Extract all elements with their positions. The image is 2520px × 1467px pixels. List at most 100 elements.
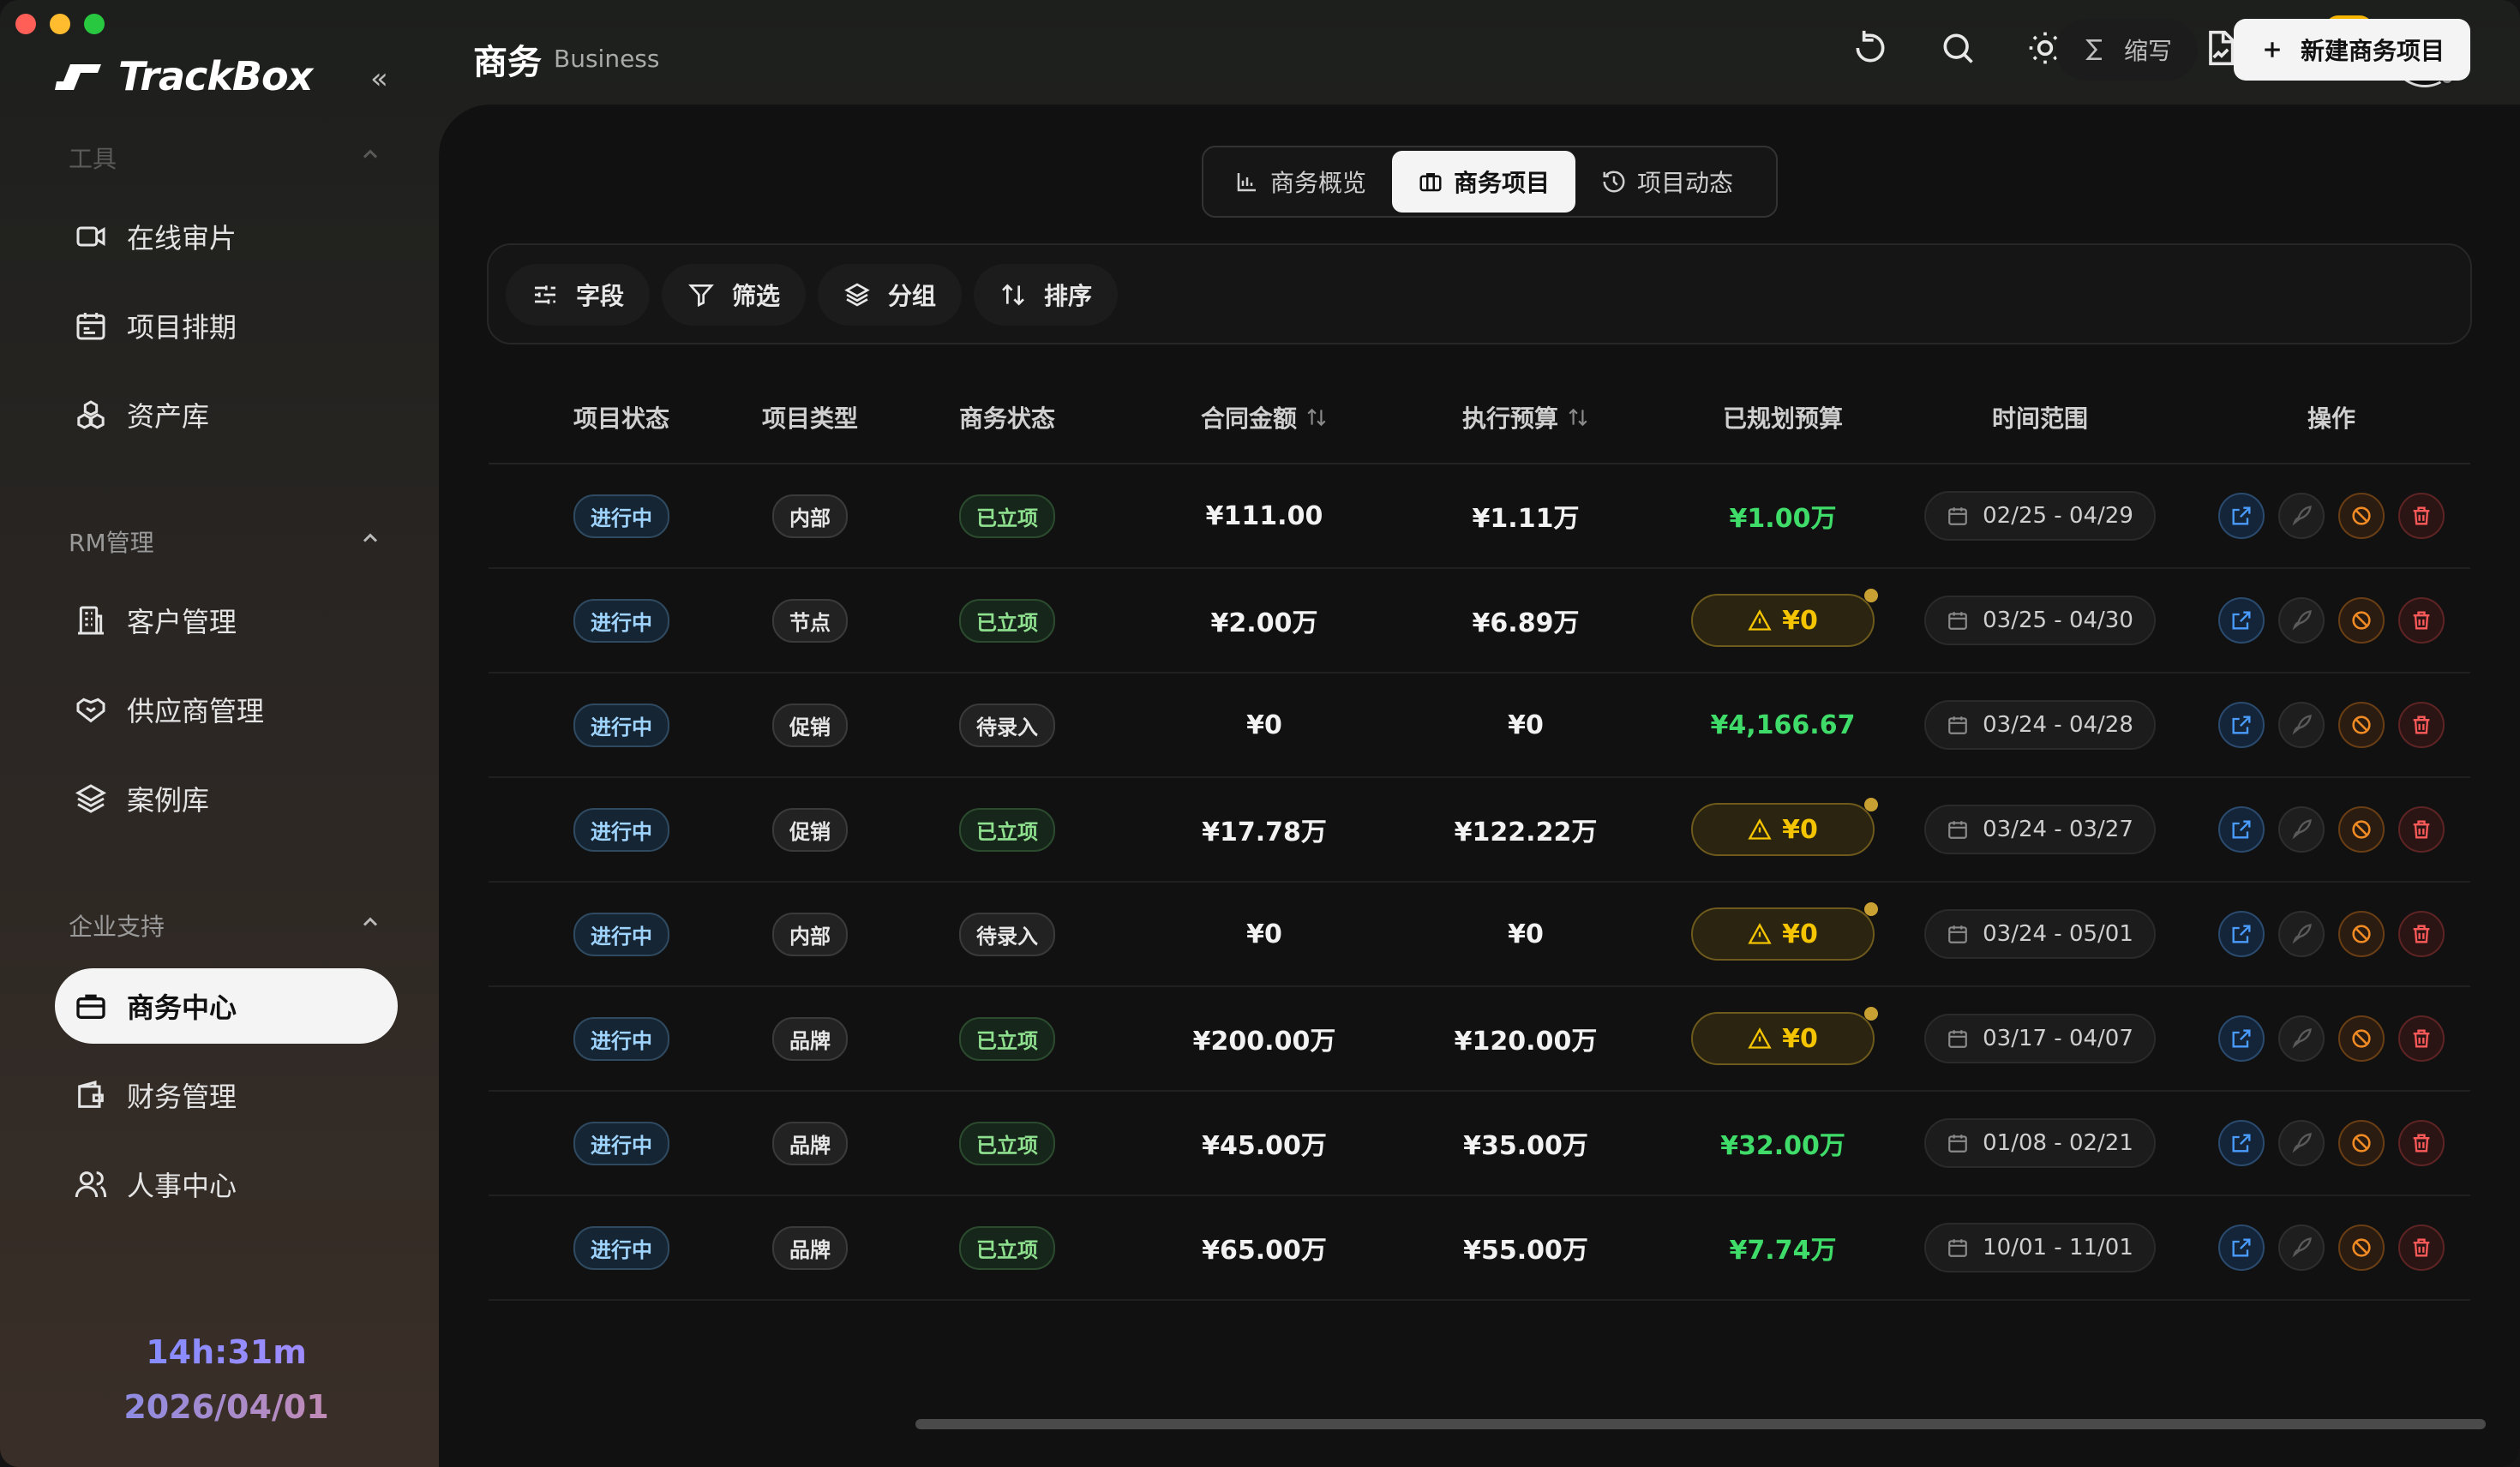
column-header[interactable]: 项目类型 (754, 400, 866, 434)
external-link-icon (2232, 820, 2251, 839)
launch-project-button[interactable] (2278, 1015, 2325, 1062)
rocket-icon (2292, 1133, 2312, 1153)
open-project-button[interactable] (2218, 911, 2265, 957)
column-header[interactable]: 项目状态 (489, 400, 754, 434)
disable-project-button[interactable] (2338, 493, 2385, 539)
horizontal-scrollbar[interactable] (915, 1419, 2486, 1429)
column-header-label: 合同金额 (1200, 404, 1297, 433)
table-row[interactable]: 进行中 内部 待录入 ¥0 ¥0 ¥0 03/24 - 05/01 (489, 883, 2470, 987)
delete-project-button[interactable] (2398, 597, 2445, 644)
disable-project-button[interactable] (2338, 911, 2385, 957)
budget-warning-pill[interactable]: ¥0 (1691, 798, 1878, 856)
sort-icon[interactable] (1305, 406, 1328, 428)
table-row[interactable]: 进行中 促销 已立项 ¥17.78万 ¥122.22万 ¥0 03/24 - 0… (489, 778, 2470, 883)
launch-project-button[interactable] (2278, 597, 2325, 644)
delete-project-button[interactable] (2398, 493, 2445, 539)
column-header-label: 商务状态 (958, 404, 1055, 433)
search-icon[interactable] (1939, 29, 1977, 67)
delete-project-button[interactable] (2398, 702, 2445, 748)
contract-amount: ¥65.00万 (1202, 1236, 1327, 1266)
new-project-button[interactable]: 新建商务项目 (2234, 19, 2471, 81)
table-row[interactable]: 进行中 节点 已立项 ¥2.00万 ¥6.89万 ¥0 03/25 - 04/3… (489, 569, 2470, 674)
sidebar-item-finance[interactable]: 财务管理 (55, 1057, 398, 1133)
business-status-pill: 已立项 (959, 1016, 1055, 1061)
disable-project-button[interactable] (2338, 702, 2385, 748)
filter-button[interactable]: 筛选 (662, 264, 807, 326)
delete-project-button[interactable] (2398, 1120, 2445, 1166)
launch-project-button[interactable] (2278, 1120, 2325, 1166)
sidebar-item-cases[interactable]: 案例库 (55, 761, 398, 836)
launch-project-button[interactable] (2278, 1224, 2325, 1271)
open-project-button[interactable] (2218, 597, 2265, 644)
project-status-pill: 进行中 (573, 1121, 669, 1165)
launch-project-button[interactable] (2278, 911, 2325, 957)
table-row[interactable]: 进行中 促销 待录入 ¥0 ¥0 ¥4,166.67 03/24 - 04/28 (489, 674, 2470, 778)
briefcase-icon (76, 994, 105, 1019)
column-header[interactable]: 已规划预算 (1671, 400, 1894, 434)
date-range[interactable]: 01/08 - 02/21 (1924, 1118, 2156, 1168)
app-logo[interactable]: TrackBox (55, 53, 313, 99)
disable-project-button[interactable] (2338, 806, 2385, 853)
execution-budget: ¥6.89万 (1472, 608, 1580, 638)
delete-project-button[interactable] (2398, 1224, 2445, 1271)
date-range[interactable]: 03/24 - 05/01 (1924, 909, 2156, 959)
fields-button[interactable]: 字段 (506, 264, 651, 326)
contract-amount: ¥111.00 (1205, 500, 1323, 531)
tab-activity[interactable]: 项目动态 (1575, 151, 1759, 213)
launch-project-button[interactable] (2278, 806, 2325, 853)
sidebar-item-hr[interactable]: 人事中心 (55, 1147, 398, 1222)
date-range[interactable]: 03/24 - 03/27 (1924, 805, 2156, 854)
tab-overview[interactable]: 商务概览 (1209, 151, 1392, 213)
open-project-button[interactable] (2218, 702, 2265, 748)
disable-project-button[interactable] (2338, 597, 2385, 644)
sidebar-item-customers[interactable]: 客户管理 (55, 583, 398, 658)
open-project-button[interactable] (2218, 806, 2265, 853)
delete-project-button[interactable] (2398, 911, 2445, 957)
sidebar-item-schedule[interactable]: 项目排期 (55, 288, 398, 363)
disable-project-button[interactable] (2338, 1120, 2385, 1166)
sidebar-item-business-center[interactable]: 商务中心 (55, 968, 398, 1044)
launch-project-button[interactable] (2278, 702, 2325, 748)
launch-project-button[interactable] (2278, 493, 2325, 539)
open-project-button[interactable] (2218, 493, 2265, 539)
column-header[interactable]: 时间范围 (1894, 400, 2186, 434)
date-range[interactable]: 10/01 - 11/01 (1924, 1223, 2156, 1272)
group-button[interactable]: 分组 (818, 264, 963, 326)
planned-budget-cell: ¥32.00万 (1671, 1124, 1894, 1162)
table-row[interactable]: 进行中 品牌 已立项 ¥65.00万 ¥55.00万 ¥7.74万 10/01 … (489, 1196, 2470, 1301)
budget-warning-pill[interactable]: ¥0 (1691, 1007, 1878, 1065)
sort-button[interactable]: 排序 (974, 264, 1119, 326)
tab-projects[interactable]: 商务项目 (1392, 151, 1576, 213)
budget-warning-pill[interactable]: ¥0 (1691, 589, 1878, 647)
chevron-up-icon[interactable] (358, 910, 382, 934)
table-row[interactable]: 进行中 品牌 已立项 ¥45.00万 ¥35.00万 ¥32.00万 01/08… (489, 1092, 2470, 1196)
column-header[interactable]: 商务状态 (866, 400, 1149, 434)
column-header[interactable]: 合同金额 (1149, 400, 1380, 434)
column-header[interactable]: 执行预算 (1380, 400, 1671, 434)
delete-project-button[interactable] (2398, 1015, 2445, 1062)
open-project-button[interactable] (2218, 1224, 2265, 1271)
chevron-up-icon[interactable] (358, 142, 382, 166)
chevron-up-icon[interactable] (358, 526, 382, 550)
delete-project-button[interactable] (2398, 806, 2445, 853)
disable-project-button[interactable] (2338, 1224, 2385, 1271)
table-row[interactable]: 进行中 品牌 已立项 ¥200.00万 ¥120.00万 ¥0 03/17 - … (489, 987, 2470, 1092)
disable-project-button[interactable] (2338, 1015, 2385, 1062)
date-range[interactable]: 02/25 - 04/29 (1924, 491, 2156, 541)
date-range[interactable]: 03/24 - 04/28 (1924, 700, 2156, 750)
column-header[interactable]: 操作 (2186, 400, 2477, 434)
sidebar-item-assets[interactable]: 资产库 (55, 377, 398, 452)
abbreviation-toggle[interactable]: 缩写 (2055, 19, 2199, 81)
date-range[interactable]: 03/25 - 04/30 (1924, 596, 2156, 645)
refresh-icon[interactable] (1851, 29, 1889, 67)
sidebar-item-suppliers[interactable]: 供应商管理 (55, 672, 398, 747)
sort-icon[interactable] (1567, 406, 1589, 428)
collapse-sidebar-button[interactable]: « (370, 62, 388, 96)
date-range[interactable]: 03/17 - 04/07 (1924, 1014, 2156, 1063)
sidebar-item-review[interactable]: 在线审片 (55, 199, 398, 274)
budget-warning-pill[interactable]: ¥0 (1691, 902, 1878, 961)
table-row[interactable]: 进行中 内部 已立项 ¥111.00 ¥1.11万 ¥1.00万 02/25 -… (489, 464, 2470, 569)
date-range-text: 03/25 - 04/30 (1983, 608, 2133, 633)
open-project-button[interactable] (2218, 1120, 2265, 1166)
open-project-button[interactable] (2218, 1015, 2265, 1062)
